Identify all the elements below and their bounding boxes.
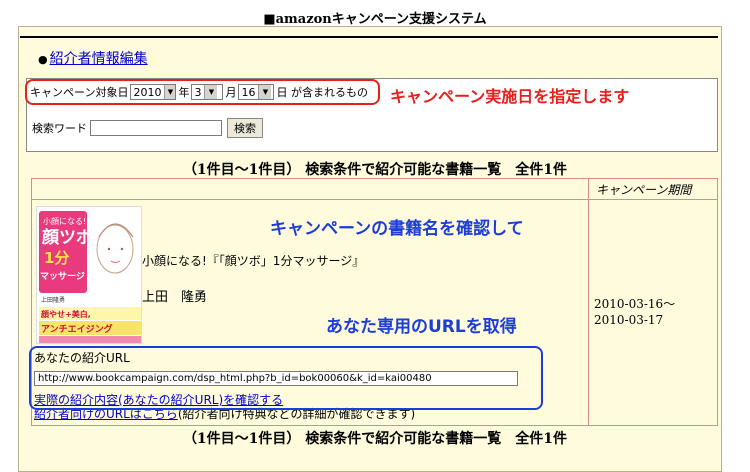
period-end: 2010-03-17 — [594, 313, 664, 327]
campaign-period: 2010-03-16〜 2010-03-17 — [594, 296, 675, 328]
results-summary-bottom: （1件目〜1件目） 検索条件で紹介可能な書籍一覧 全件1件 — [182, 431, 568, 447]
book-author: 上田 隆勇 — [142, 290, 208, 305]
search-button[interactable]: 検索 — [227, 118, 263, 138]
date-annotation: キャンペーン実施日を指定します — [390, 87, 630, 106]
keyword-label: 検索ワード — [32, 122, 87, 135]
cover-line4: マッサージ — [40, 271, 85, 282]
bullet-icon: ● — [38, 53, 48, 66]
cover-band2: アンチエイジング — [41, 323, 113, 335]
cover-line3: 1分 — [44, 249, 69, 267]
keyword-input[interactable] — [90, 120, 222, 136]
campaign-period-header: キャンペーン期間 — [596, 183, 692, 197]
period-start: 2010-03-16〜 — [594, 297, 676, 311]
cover-author: 上田隆勇 — [41, 296, 65, 304]
date-highlight-box — [25, 79, 380, 105]
cover-line2: 顔ツボ — [41, 227, 93, 248]
book-cover-image[interactable]: 小顔になる! 顔ツボ 1分 マッサージ 上田隆勇 顔やせ+美白, アンチエイジン… — [36, 206, 142, 344]
cover-line1: 小顔になる! — [43, 216, 86, 226]
book-annotation: キャンペーンの書籍名を確認して — [270, 219, 524, 239]
cover-band1: 顔やせ+美白, — [40, 309, 91, 319]
url-highlight-box — [29, 346, 543, 410]
book-title: 小顔になる!『「顔ツボ」1分マッサージ』 — [142, 254, 365, 268]
edit-profile-link[interactable]: 紹介者情報編集 — [50, 51, 148, 67]
url-annotation: あなた専用のURLを取得 — [326, 317, 517, 337]
panel-divider — [20, 36, 718, 38]
results-summary-top: （1件目〜1件目） 検索条件で紹介可能な書籍一覧 全件1件 — [182, 162, 568, 178]
column-divider — [588, 178, 589, 426]
nav-edit: ● 紹介者情報編集 — [38, 48, 148, 68]
system-title: ■amazonキャンペーン支援システム — [263, 12, 487, 27]
keyword-row: 検索ワード 検索 — [32, 118, 263, 138]
